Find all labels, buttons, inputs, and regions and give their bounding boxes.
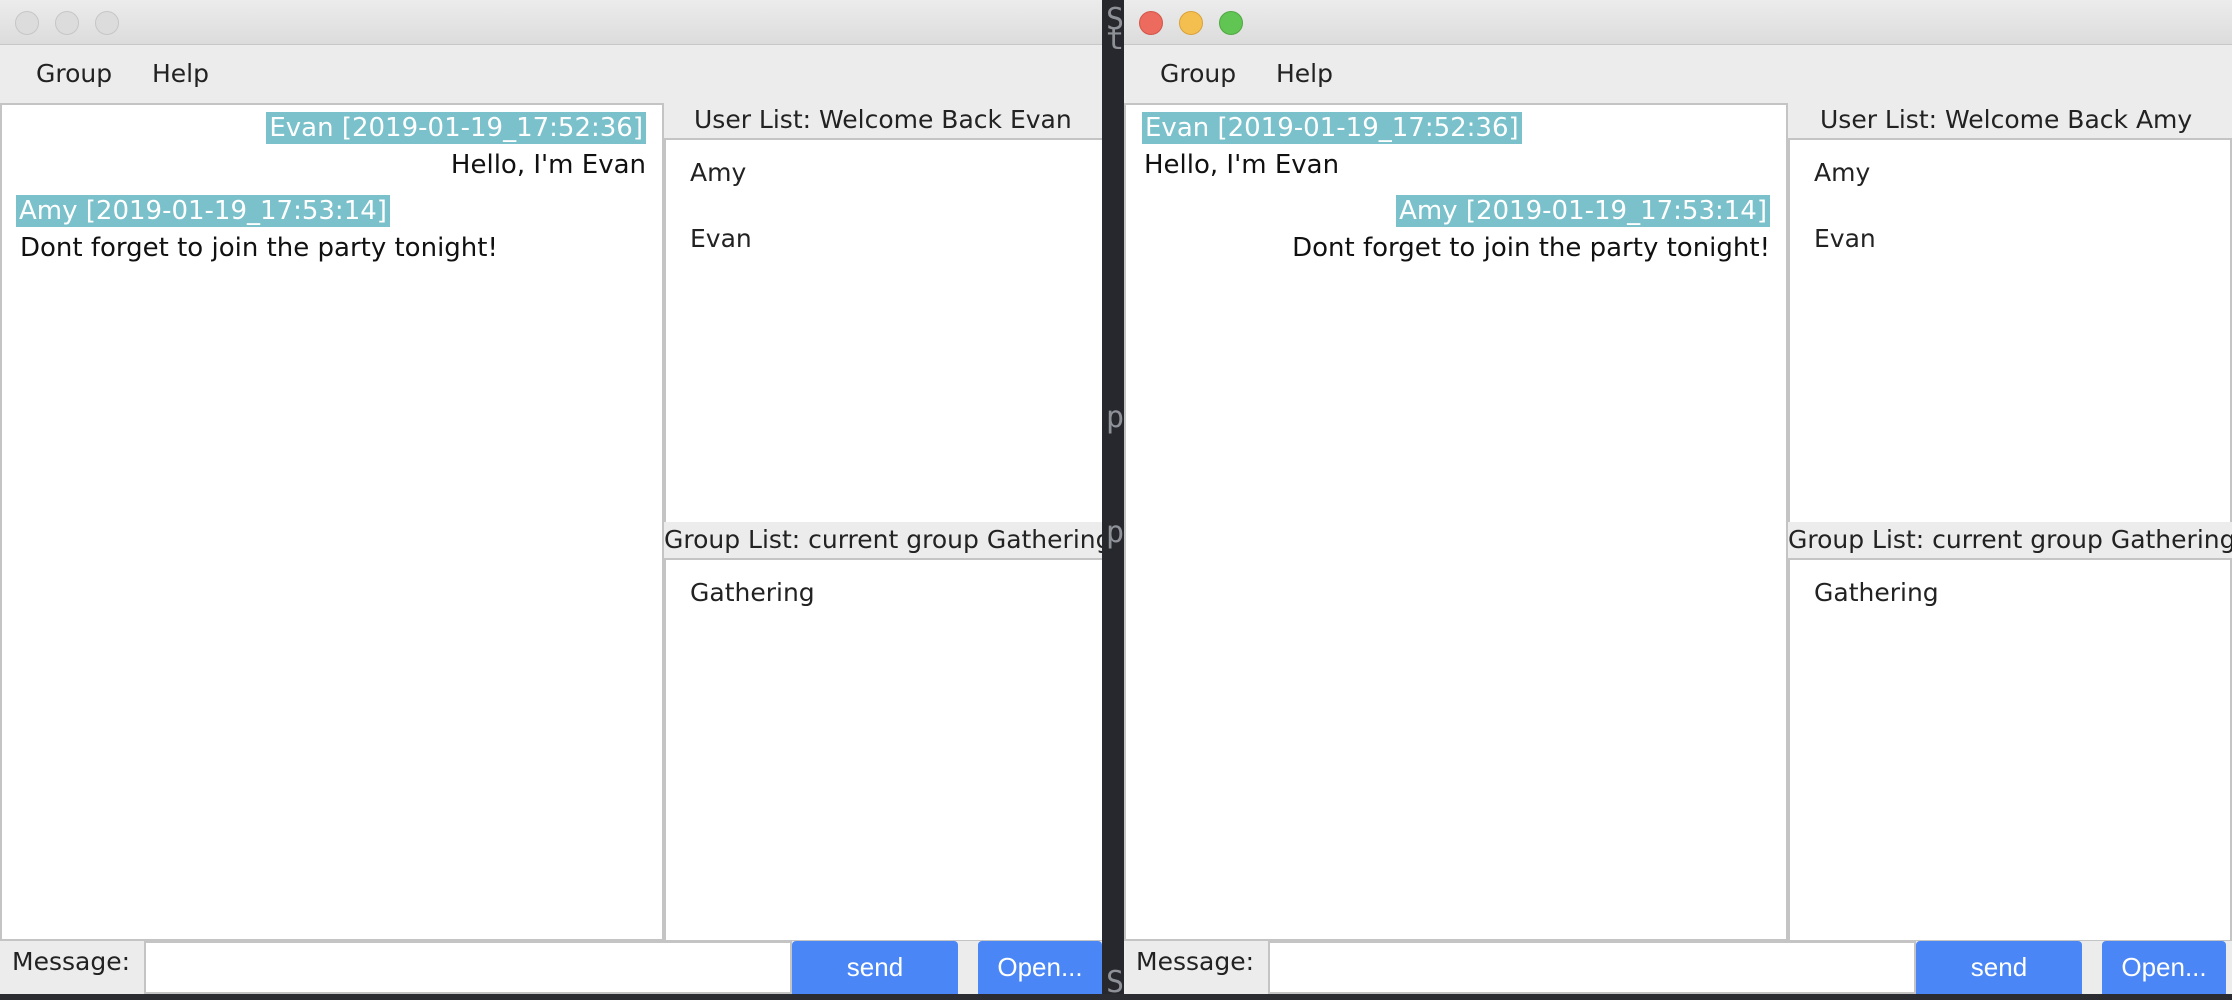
message-text: Hello, I'm Evan [1144,150,1340,180]
chat-history[interactable]: Evan [2019-01-19_17:52:36] Hello, I'm Ev… [1124,103,1788,941]
menu-help[interactable]: Help [152,59,209,88]
desktop-text: p [1106,400,1125,435]
menu-bar: Group Help [0,45,1102,103]
message-input[interactable] [144,941,792,994]
message-label: Message: [12,947,130,976]
menu-group[interactable]: Group [36,59,112,88]
close-icon[interactable] [1139,11,1163,35]
group-list-title: Group List: current group Gathering [1788,522,2232,558]
maximize-icon[interactable] [95,11,119,35]
composer: Message: send Open... [1124,941,2232,994]
title-bar[interactable] [1124,0,2232,45]
composer: Message: send Open... [0,941,1102,994]
chat-window-evan: Group Help Evan [2019-01-19_17:52:36] He… [0,0,1102,994]
message-text: Dont forget to join the party tonight! [1292,233,1770,263]
chat-window-amy: Group Help Evan [2019-01-19_17:52:36] He… [1124,0,2232,994]
message-input[interactable] [1268,941,1916,994]
message-text: Dont forget to join the party tonight! [20,233,498,263]
desktop-text: p [1106,515,1125,550]
menu-help[interactable]: Help [1276,59,1333,88]
user-list-title: User List: Welcome Back Evan [694,102,1102,138]
menu-group[interactable]: Group [1160,59,1236,88]
user-item[interactable]: Amy [1814,158,1870,187]
message-header: Evan [2019-01-19_17:52:36] [266,112,646,144]
title-bar[interactable] [0,0,1102,45]
send-button[interactable]: send [1916,941,2082,994]
chat-history[interactable]: Evan [2019-01-19_17:52:36] Hello, I'm Ev… [0,103,664,941]
message-header: Evan [2019-01-19_17:52:36] [1142,112,1522,144]
user-list-title: User List: Welcome Back Amy [1820,102,2232,138]
user-item[interactable]: Evan [1814,224,1876,253]
message-label: Message: [1136,947,1254,976]
group-list[interactable]: Gathering [664,558,1102,942]
desktop-background [1100,0,1124,994]
user-item[interactable]: Evan [690,224,752,253]
open-button[interactable]: Open... [2102,941,2226,994]
message-header: Amy [2019-01-19_17:53:14] [1396,195,1770,227]
group-list[interactable]: Gathering [1788,558,2232,942]
group-list-title: Group List: current group Gathering [664,522,1102,558]
message-header: Amy [2019-01-19_17:53:14] [16,195,390,227]
user-list[interactable]: Amy Evan [1788,138,2232,524]
menu-bar: Group Help [1124,45,2232,103]
desktop-text: S [1106,965,1125,1000]
group-item[interactable]: Gathering [1814,578,1939,607]
maximize-icon[interactable] [1219,11,1243,35]
close-icon[interactable] [15,11,39,35]
message-text: Hello, I'm Evan [450,150,646,180]
open-button[interactable]: Open... [978,941,1102,994]
desktop-text: t [1106,22,1125,57]
user-item[interactable]: Amy [690,158,746,187]
send-button[interactable]: send [792,941,958,994]
minimize-icon[interactable] [55,11,79,35]
user-list[interactable]: Amy Evan [664,138,1102,524]
group-item[interactable]: Gathering [690,578,815,607]
minimize-icon[interactable] [1179,11,1203,35]
